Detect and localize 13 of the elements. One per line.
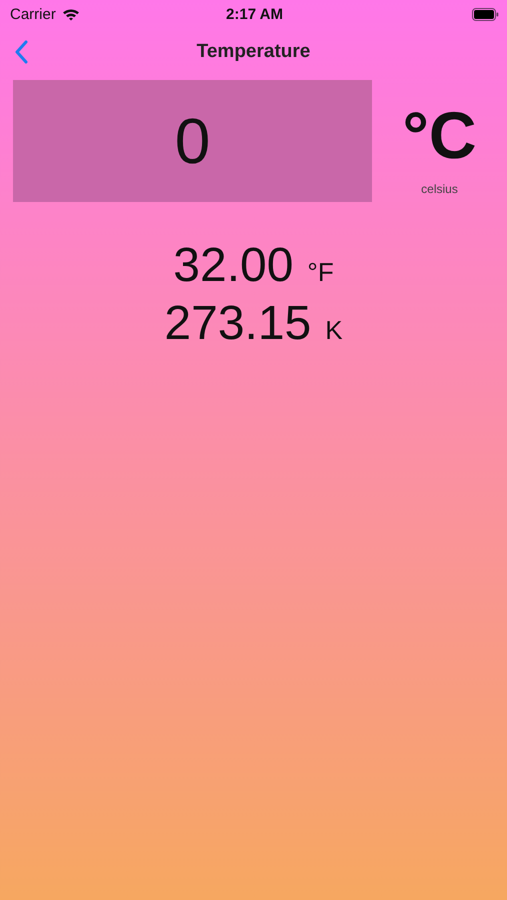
- carrier-label: Carrier: [10, 6, 56, 22]
- unit-symbol: °C: [402, 102, 477, 168]
- converted-unit: K: [325, 315, 343, 346]
- back-button[interactable]: [14, 40, 28, 64]
- battery-icon: [472, 8, 499, 20]
- temperature-input-field[interactable]: 0: [13, 80, 372, 202]
- converted-value: 273.15: [164, 296, 312, 352]
- wifi-icon: [62, 8, 80, 20]
- unit-name: celsius: [421, 182, 458, 196]
- status-time: 2:17 AM: [226, 6, 283, 22]
- screen-title: Temperature: [196, 41, 310, 63]
- converted-unit: °F: [307, 257, 334, 288]
- converted-value: 32.00: [173, 238, 294, 294]
